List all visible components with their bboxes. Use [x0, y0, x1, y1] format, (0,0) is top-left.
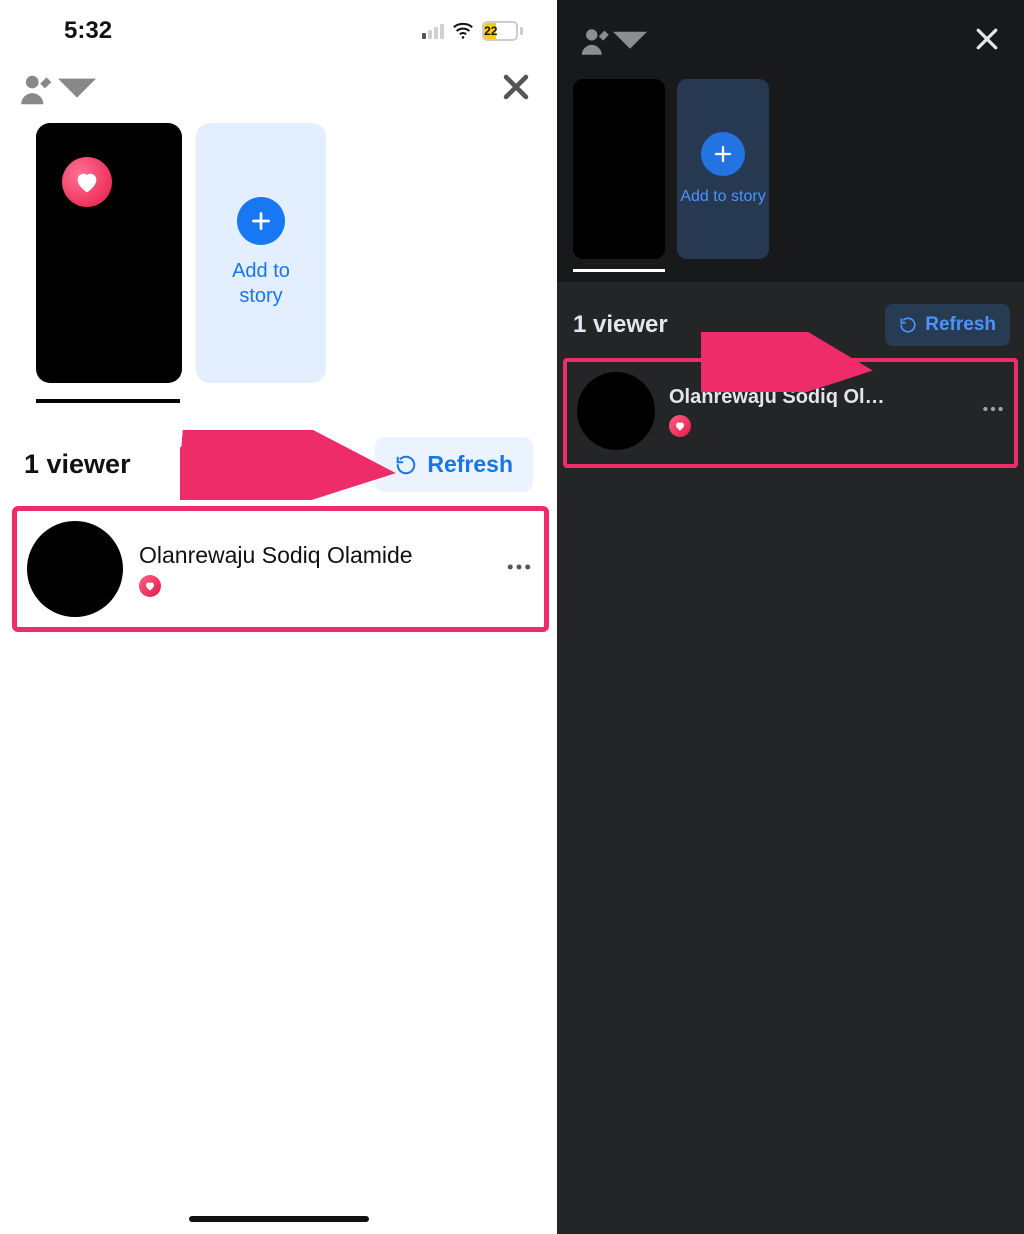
- add-to-story-label: Add to story: [680, 188, 765, 206]
- clock-time: 5:32: [64, 17, 112, 45]
- battery-percent: 22: [484, 23, 496, 39]
- privacy-settings-button[interactable]: [579, 25, 647, 59]
- close-button[interactable]: [499, 70, 533, 109]
- viewer-list-item[interactable]: Olanrewaju Sodiq Olamide: [12, 506, 549, 632]
- refresh-button[interactable]: Refresh: [885, 304, 1010, 346]
- wifi-icon: [452, 20, 474, 42]
- close-button[interactable]: [972, 24, 1002, 59]
- dark-mode-panel: Add to story 1 viewer Refresh Olanrewaju…: [557, 0, 1024, 1234]
- battery-icon: 22: [482, 21, 523, 41]
- plus-icon: [237, 197, 285, 245]
- add-to-story-card[interactable]: Add to story: [677, 79, 769, 259]
- home-indicator: [189, 1216, 369, 1222]
- status-bar: 5:32 22: [0, 0, 557, 62]
- refresh-label: Refresh: [427, 451, 513, 478]
- viewers-count-label: 1 viewer: [24, 449, 131, 480]
- privacy-settings-button[interactable]: [18, 71, 96, 109]
- add-to-story-card[interactable]: Add to story: [196, 123, 326, 383]
- story-indicator: [573, 269, 665, 272]
- story-indicator: [36, 399, 180, 403]
- plus-icon: [701, 132, 745, 176]
- viewer-name: Olanrewaju Sodiq Olamide: [139, 542, 488, 569]
- story-thumbnail[interactable]: [36, 123, 182, 383]
- more-options-button[interactable]: [980, 396, 1006, 427]
- story-thumbnail[interactable]: [573, 79, 665, 259]
- viewers-count-label: 1 viewer: [573, 311, 668, 339]
- refresh-icon: [899, 316, 917, 334]
- avatar: [577, 372, 655, 450]
- avatar: [27, 521, 123, 617]
- heart-reaction-badge: [669, 415, 691, 437]
- heart-reaction-icon: [62, 157, 112, 207]
- more-options-button[interactable]: [504, 552, 534, 587]
- refresh-label: Refresh: [925, 314, 996, 336]
- add-to-story-label: Add to story: [232, 259, 290, 309]
- annotation-arrow: [180, 430, 400, 500]
- heart-reaction-badge: [139, 575, 161, 597]
- cellular-signal-icon: [422, 24, 444, 39]
- light-mode-panel: 5:32 22: [0, 0, 557, 1234]
- annotation-arrow: [701, 332, 881, 392]
